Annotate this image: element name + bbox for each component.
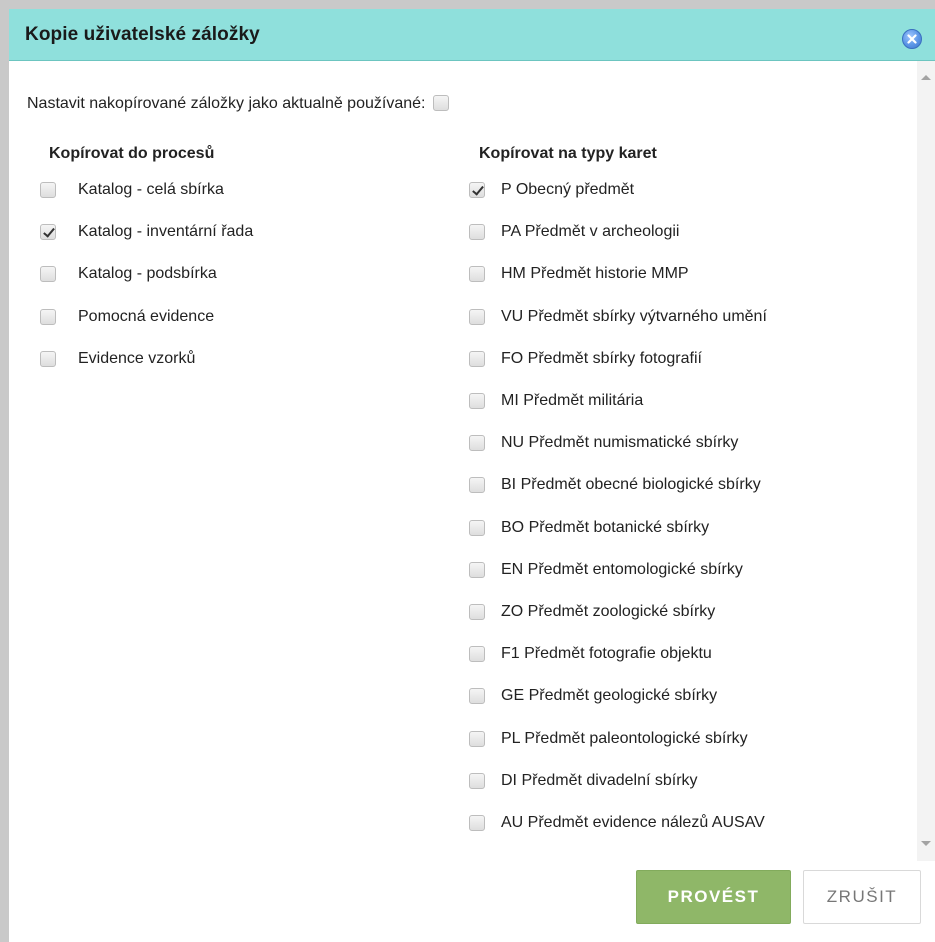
card_types-item-label: F1 Předmět fotografie objektu xyxy=(501,645,712,663)
cancel-button[interactable]: ZRUŠIT xyxy=(803,870,921,924)
card_types-item-label: FO Předmět sbírky fotografií xyxy=(501,349,702,367)
processes-item-label: Pomocná evidence xyxy=(78,307,215,325)
processes-item-label: Katalog - celá sbírka xyxy=(78,181,224,198)
card_types-checkbox[interactable] xyxy=(469,350,485,367)
card_types-item[interactable]: EN Předmět entomologické sbírky xyxy=(469,561,743,579)
card_types-item-label: PA Předmět v archeologii xyxy=(501,223,680,241)
set-current-checkbox[interactable] xyxy=(433,95,450,111)
card_types-item[interactable]: VU Předmět sbírky výtvarného umění xyxy=(469,308,767,326)
processes-item[interactable]: Evidence vzorků xyxy=(40,350,195,368)
dialog-content: Nastavit nakopírované záložky jako aktua… xyxy=(9,61,917,861)
card_types-item-label: BO Předmět botanické sbírky xyxy=(501,518,710,536)
card_types-item[interactable]: PL Předmět paleontologické sbírky xyxy=(469,730,748,748)
card_types-checkbox[interactable] xyxy=(469,393,485,409)
card_types-item-label: VU Předmět sbírky výtvarného umění xyxy=(501,307,767,325)
processes-checkbox[interactable] xyxy=(40,224,56,241)
dialog-titlebar: Kopie uživatelské záložky xyxy=(9,9,935,61)
copy-bookmark-dialog: Kopie uživatelské záložky Nastavit nakop… xyxy=(0,0,935,942)
processes-checkbox[interactable] xyxy=(40,308,56,325)
card_types-checkbox[interactable] xyxy=(469,224,485,241)
card-types-heading: Kopírovat na typy karet xyxy=(479,145,657,162)
card_types-checkbox[interactable] xyxy=(469,182,485,198)
processes-checkbox[interactable] xyxy=(40,182,56,198)
card_types-checkbox[interactable] xyxy=(469,604,485,620)
card_types-item-label: DI Předmět divadelní sbírky xyxy=(501,771,698,789)
card_types-item-label: HM Předmět historie MMP xyxy=(501,265,689,283)
card_types-item-label: GE Předmět geologické sbírky xyxy=(501,687,718,705)
card_types-item[interactable]: BO Předmět botanické sbírky xyxy=(469,519,709,537)
card_types-item-label: P Obecný předmět xyxy=(501,181,635,198)
card_types-checkbox[interactable] xyxy=(469,815,485,831)
card_types-item[interactable]: FO Předmět sbírky fotografií xyxy=(469,350,702,368)
card_types-item[interactable]: P Obecný předmět xyxy=(469,181,634,199)
card_types-checkbox[interactable] xyxy=(469,772,485,789)
card_types-checkbox[interactable] xyxy=(469,730,485,747)
card_types-item[interactable]: MI Předmět militária xyxy=(469,392,643,410)
scroll-up-arrow-icon[interactable] xyxy=(921,75,931,80)
card_types-item-label: ZO Předmět zoologické sbírky xyxy=(501,603,716,620)
card_types-checkbox[interactable] xyxy=(469,266,485,283)
close-icon[interactable] xyxy=(902,29,922,49)
card_types-item[interactable]: DI Předmět divadelní sbírky xyxy=(469,772,698,790)
card_types-checkbox[interactable] xyxy=(469,308,485,325)
scroll-down-arrow-icon[interactable] xyxy=(921,841,931,846)
card_types-checkbox[interactable] xyxy=(469,519,485,536)
card_types-item-label: BI Předmět obecné biologické sbírky xyxy=(501,476,761,494)
processes-item[interactable]: Pomocná evidence xyxy=(40,308,214,326)
processes-item-label: Evidence vzorků xyxy=(78,349,196,367)
processes-item[interactable]: Katalog - podsbírka xyxy=(40,265,217,283)
dialog-title: Kopie uživatelské záložky xyxy=(25,24,260,45)
card_types-item[interactable]: F1 Předmět fotografie objektu xyxy=(469,645,712,663)
scrollbar[interactable] xyxy=(917,61,935,861)
card_types-checkbox[interactable] xyxy=(469,477,485,494)
card_types-item[interactable]: BI Předmět obecné biologické sbírky xyxy=(469,476,761,494)
processes-checkbox[interactable] xyxy=(40,350,56,367)
card_types-checkbox[interactable] xyxy=(469,688,485,705)
card_types-item-label: EN Předmět entomologické sbírky xyxy=(501,560,743,578)
card_types-item-label: MI Předmět militária xyxy=(501,392,644,409)
card_types-item[interactable]: NU Předmět numismatické sbírky xyxy=(469,434,738,452)
set-current-option[interactable]: Nastavit nakopírované záložky jako aktua… xyxy=(27,95,450,113)
card_types-item[interactable]: HM Předmět historie MMP xyxy=(469,265,689,283)
processes-item[interactable]: Katalog - inventární řada xyxy=(40,223,253,241)
card_types-item-label: NU Předmět numismatické sbírky xyxy=(501,434,739,452)
card_types-checkbox[interactable] xyxy=(469,561,485,578)
card_types-checkbox[interactable] xyxy=(469,435,485,452)
processes-item[interactable]: Katalog - celá sbírka xyxy=(40,181,224,199)
processes-heading: Kopírovat do procesů xyxy=(49,145,215,162)
card_types-item[interactable]: AU Předmět evidence nálezů AUSAV xyxy=(469,814,765,832)
execute-button[interactable]: PROVÉST xyxy=(636,870,791,924)
processes-item-label: Katalog - inventární řada xyxy=(78,223,254,241)
card_types-item-label: PL Předmět paleontologické sbírky xyxy=(501,729,748,747)
card_types-item[interactable]: PA Předmět v archeologii xyxy=(469,223,679,241)
card_types-item[interactable]: GE Předmět geologické sbírky xyxy=(469,687,717,705)
processes-item-label: Katalog - podsbírka xyxy=(78,265,217,283)
card_types-checkbox[interactable] xyxy=(469,646,485,663)
card_types-item[interactable]: ZO Předmět zoologické sbírky xyxy=(469,603,715,621)
processes-checkbox[interactable] xyxy=(40,266,56,283)
card_types-item-label: AU Předmět evidence nálezů AUSAV xyxy=(501,814,765,831)
set-current-label: Nastavit nakopírované záložky jako aktua… xyxy=(27,95,426,112)
